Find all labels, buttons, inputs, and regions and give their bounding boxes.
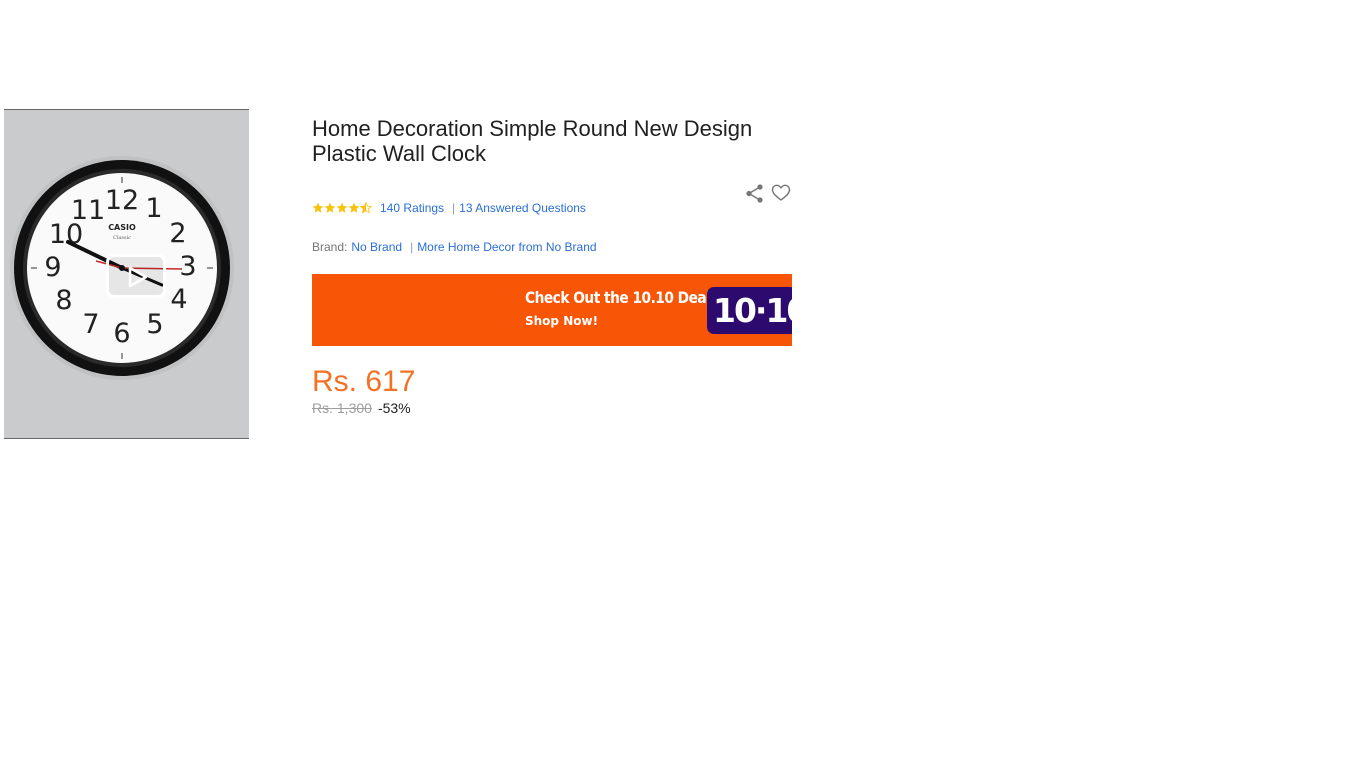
promo-banner[interactable]: Check Out the 10.10 Deals Shop Now! 10·1…: [312, 274, 792, 346]
svg-text:8: 8: [55, 285, 72, 316]
rating-row: 140 Ratings | 13 Answered Questions: [312, 200, 586, 216]
svg-text:Classic: Classic: [113, 235, 131, 241]
separator: |: [452, 201, 456, 215]
price-details: Rs. 1,300 -53%: [312, 400, 411, 416]
svg-text:2: 2: [169, 218, 186, 249]
heart-icon: [771, 184, 791, 201]
share-icon: [746, 184, 763, 203]
answered-questions-link[interactable]: 13 Answered Questions: [459, 201, 586, 215]
banner-headline: Check Out the 10.10 Deals: [525, 288, 719, 307]
original-price: Rs. 1,300: [312, 400, 372, 416]
banner-cta: Shop Now!: [525, 314, 599, 328]
svg-text:7: 7: [82, 309, 99, 340]
banner-badge: 10·10: [707, 287, 792, 334]
more-from-brand-link[interactable]: More Home Decor from No Brand: [417, 240, 596, 254]
wishlist-button[interactable]: [771, 183, 791, 203]
product-title: Home Decoration Simple Round New Design …: [312, 116, 753, 166]
brand-name-link[interactable]: No Brand: [351, 240, 402, 254]
svg-text:12: 12: [105, 185, 139, 216]
play-icon: [128, 266, 148, 288]
star-rating: [312, 202, 372, 214]
share-button[interactable]: [745, 183, 765, 203]
ratings-count-link[interactable]: 140 Ratings: [380, 201, 444, 215]
svg-text:1: 1: [145, 193, 162, 224]
video-play-button[interactable]: [106, 254, 166, 298]
brand-row: Brand: No Brand | More Home Decor from N…: [312, 240, 597, 254]
svg-text:4: 4: [170, 284, 187, 315]
svg-text:5: 5: [146, 309, 163, 340]
svg-text:6: 6: [113, 318, 130, 349]
star-icons: [312, 202, 372, 214]
brand-label: Brand:: [312, 240, 348, 254]
discount-percent: -53%: [377, 400, 411, 416]
svg-text:CASIO: CASIO: [108, 223, 136, 232]
product-actions: [745, 183, 791, 203]
svg-text:9: 9: [44, 252, 61, 283]
separator: |: [410, 240, 414, 254]
svg-text:3: 3: [179, 251, 196, 282]
current-price: Rs. 617: [312, 365, 416, 398]
svg-text:11: 11: [71, 195, 105, 226]
